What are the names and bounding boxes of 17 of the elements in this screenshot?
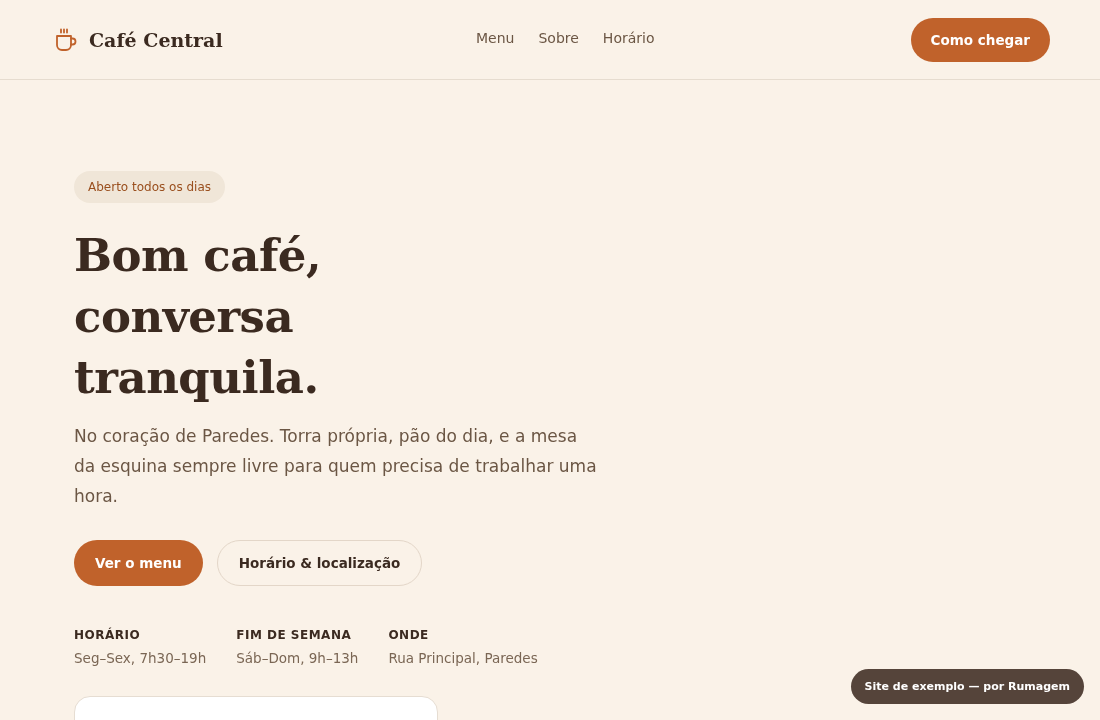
directions-button[interactable]: Como chegar — [910, 17, 1050, 62]
info-value: Seg–Sex, 7h30–19h — [74, 650, 207, 666]
info-label: ONDE — [388, 628, 430, 642]
info-label: FIM DE SEMANA — [236, 628, 353, 642]
nav-link[interactable]: Sobre — [538, 30, 579, 46]
site-credit-badge: Site de exemplo — por Rumagem — [850, 669, 1084, 704]
info-value: Rua Principal, Paredes — [388, 650, 538, 666]
open-badge: Aberto todos os dias — [74, 171, 226, 203]
nav-link[interactable]: Menu — [476, 30, 515, 46]
coffee-cup-icon — [55, 27, 77, 52]
menu-button[interactable]: Ver o menu — [74, 540, 203, 586]
info-label: HORÁRIO — [74, 628, 142, 642]
brand-name: Café Central — [89, 28, 223, 51]
hero-title: Bom café, conversa tranquila. — [74, 228, 322, 406]
hero-description: No coração de Paredes. Torra própria, pão do dia, e a mesa da esquina sempre livre para quem precisa de trabalhar uma hora. — [74, 425, 598, 508]
info-value: Sáb–Dom, 9h–13h — [236, 650, 359, 666]
nav-link[interactable]: Horário — [602, 30, 655, 46]
